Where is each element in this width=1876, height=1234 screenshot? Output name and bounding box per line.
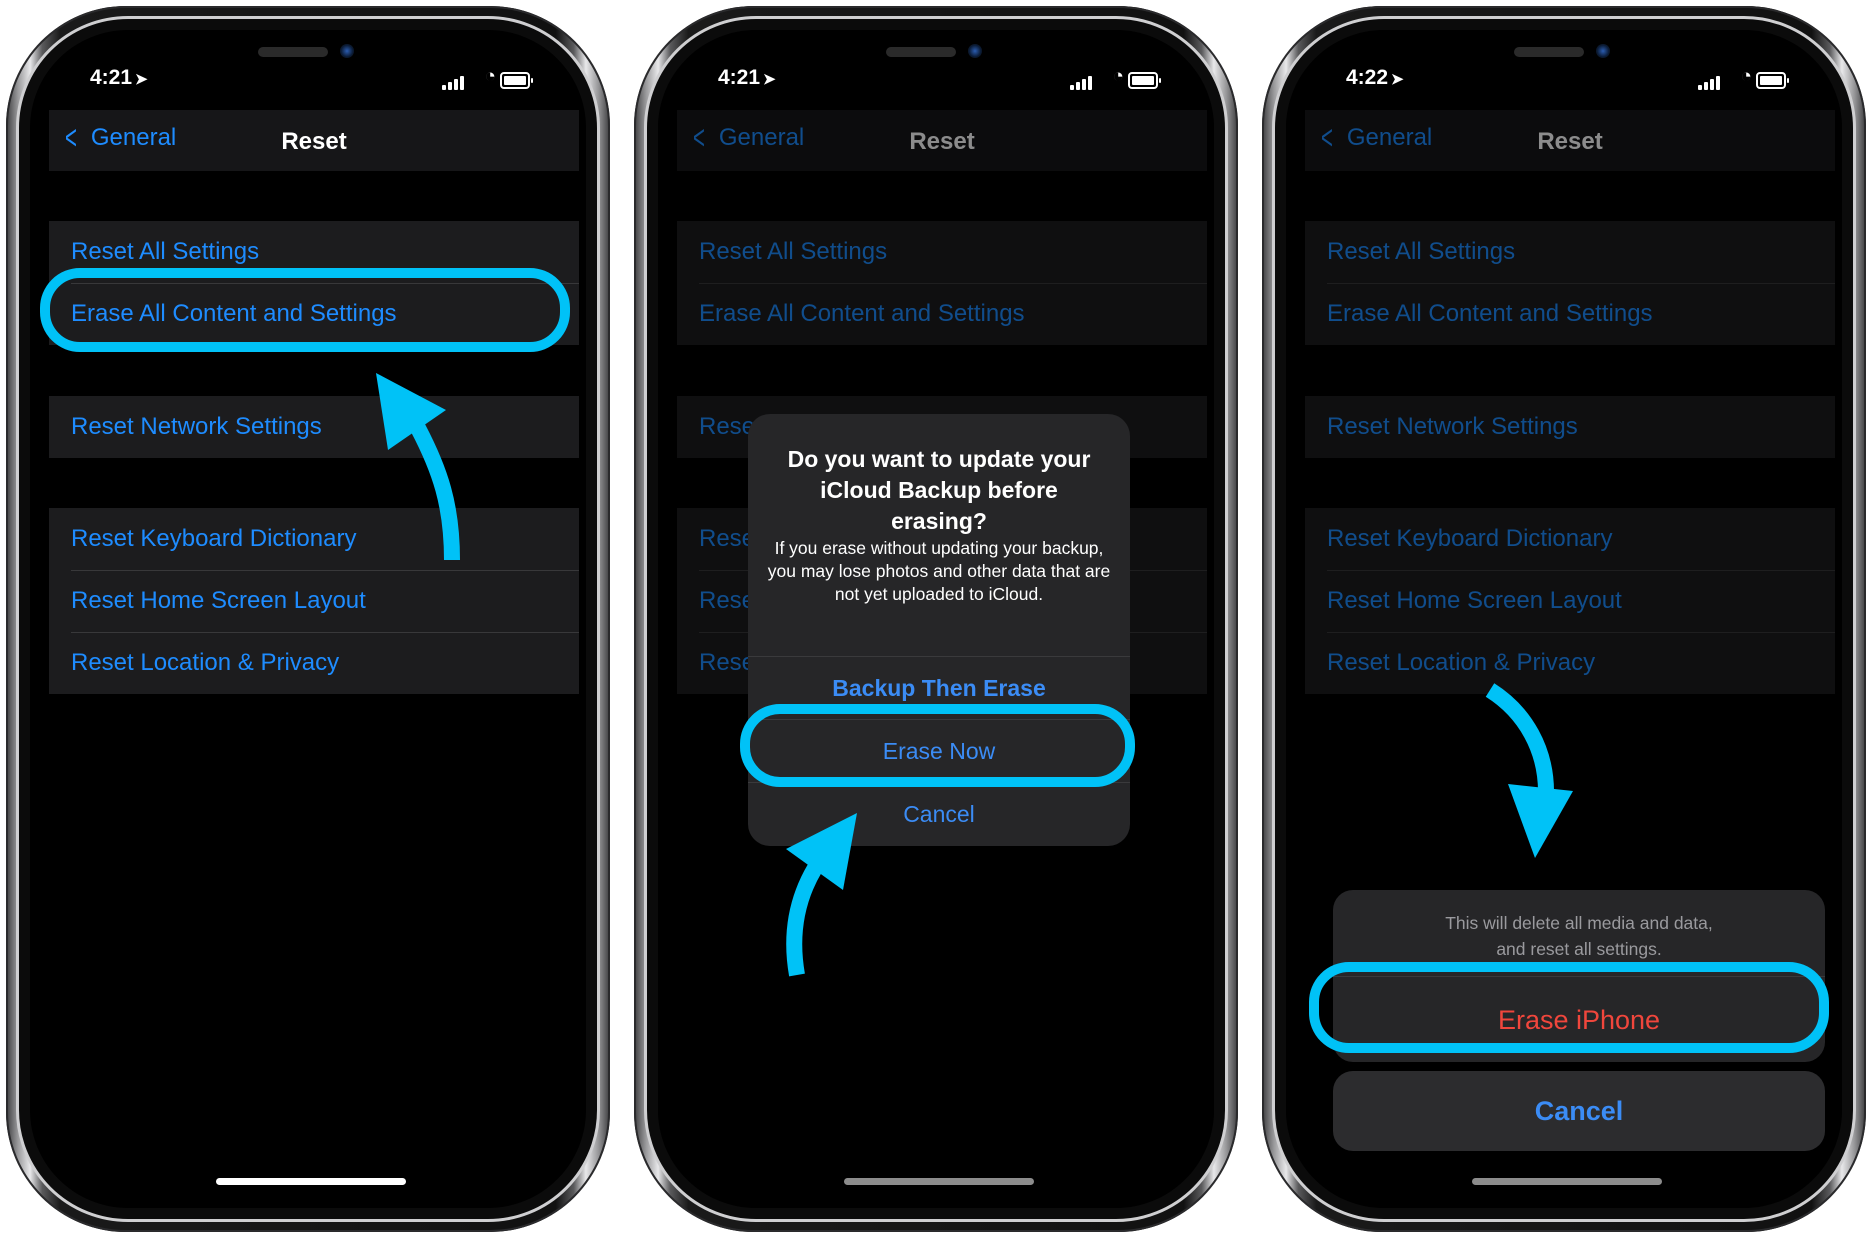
settings-group-1: Reset All Settings Erase All Content and… <box>49 221 579 345</box>
wifi-icon: ◔ <box>484 66 496 87</box>
notch <box>1416 30 1712 88</box>
row-reset-network[interactable]: Reset Network Settings <box>49 396 579 458</box>
notch <box>788 30 1084 88</box>
notch <box>160 30 456 88</box>
phone-3: 4:22 ➤ ◔ < General Reset Reset All Setting… <box>1262 6 1866 1232</box>
page-title: Reset <box>909 128 975 155</box>
location-arrow-icon: ➤ <box>1391 71 1404 88</box>
camera <box>968 44 982 58</box>
settings-group-2: Reset Network Settings <box>49 396 579 458</box>
row-reset-keyboard[interactable]: Reset Keyboard Dictionary <box>49 508 579 570</box>
backup-alert-dialog: Do you want to update your iCloud Backup… <box>748 414 1130 846</box>
speaker <box>258 47 328 57</box>
settings-group-3: Reset Keyboard Dictionary Reset Home Scr… <box>49 508 579 694</box>
status-time: 4:22 ➤ <box>1346 66 1404 89</box>
erase-iphone-button[interactable]: Erase iPhone <box>1333 976 1825 1062</box>
home-indicator[interactable] <box>1472 1178 1662 1185</box>
wifi-icon: ◔ <box>1740 66 1752 87</box>
backup-then-erase-button[interactable]: Backup Then Erase <box>748 656 1130 720</box>
page-title: Reset <box>281 128 347 155</box>
erase-now-button[interactable]: Erase Now <box>748 719 1130 783</box>
battery-icon <box>500 72 533 89</box>
phone-2: 4:21 ➤ ◔ < General Reset Reset All Setting… <box>634 6 1238 1232</box>
row-reset-home-screen[interactable]: Reset Home Screen Layout <box>1305 570 1835 632</box>
phone-3-screen: 4:22 ➤ ◔ < General Reset Reset All Setting… <box>1286 30 1842 1208</box>
row-reset-home-screen[interactable]: Reset Home Screen Layout <box>49 570 579 632</box>
sheet-message: This will delete all media and data, and … <box>1445 913 1713 959</box>
page-title: Reset <box>1537 128 1603 155</box>
settings-group-2: Reset Network Settings <box>1305 396 1835 458</box>
erase-action-sheet: This will delete all media and data, and … <box>1333 890 1825 1062</box>
nav-bar: < General Reset <box>49 110 579 171</box>
phone-2-screen: 4:21 ➤ ◔ < General Reset Reset All Setting… <box>658 30 1214 1208</box>
phone-1: 4:21 ➤ ◔ < General Reset Reset All Setting… <box>6 6 610 1232</box>
alert-message: If you erase without updating your backu… <box>767 538 1111 604</box>
speaker <box>886 47 956 57</box>
nav-bar: < General Reset <box>1305 110 1835 171</box>
status-time: 4:21 ➤ <box>718 66 776 89</box>
alert-cancel-button[interactable]: Cancel <box>748 782 1130 846</box>
row-reset-keyboard[interactable]: Reset Keyboard Dictionary <box>1305 508 1835 570</box>
row-erase-all-content[interactable]: Erase All Content and Settings <box>49 283 579 345</box>
home-indicator[interactable] <box>844 1178 1034 1185</box>
location-arrow-icon: ➤ <box>763 71 776 88</box>
alert-title: Do you want to update your iCloud Backup… <box>787 446 1091 534</box>
settings-group-1: Reset All Settings Erase All Content and… <box>677 221 1207 345</box>
row-reset-location-privacy: Reset Location & Privacy <box>49 632 579 694</box>
row-reset-all-settings[interactable]: Reset All Settings <box>677 221 1207 283</box>
row-reset-all-settings[interactable]: Reset All Settings <box>1305 221 1835 283</box>
status-time: 4:21 ➤ <box>90 66 148 89</box>
settings-group-1: Reset All Settings Erase All Content and… <box>1305 221 1835 345</box>
row-erase-all-content[interactable]: Erase All Content and Settings <box>677 283 1207 345</box>
settings-group-3: Reset Keyboard Dictionary Reset Home Scr… <box>1305 508 1835 694</box>
home-indicator[interactable] <box>216 1178 406 1185</box>
camera <box>340 44 354 58</box>
nav-bar: < General Reset <box>677 110 1207 171</box>
row-reset-network[interactable]: Reset Network Settings <box>1305 396 1835 458</box>
row-reset-all-settings[interactable]: Reset All Settings <box>49 221 579 283</box>
phone-1-screen: 4:21 ➤ ◔ < General Reset Reset All Setting… <box>30 30 586 1208</box>
row-reset-location-privacy[interactable]: Reset Location & Privacy <box>1305 632 1835 694</box>
location-arrow-icon: ➤ <box>135 71 148 88</box>
camera <box>1596 44 1610 58</box>
sheet-cancel-button[interactable]: Cancel <box>1333 1071 1825 1151</box>
wifi-icon: ◔ <box>1112 66 1124 87</box>
speaker <box>1514 47 1584 57</box>
battery-icon <box>1756 72 1789 89</box>
battery-icon <box>1128 72 1161 89</box>
row-erase-all-content[interactable]: Erase All Content and Settings <box>1305 283 1835 345</box>
